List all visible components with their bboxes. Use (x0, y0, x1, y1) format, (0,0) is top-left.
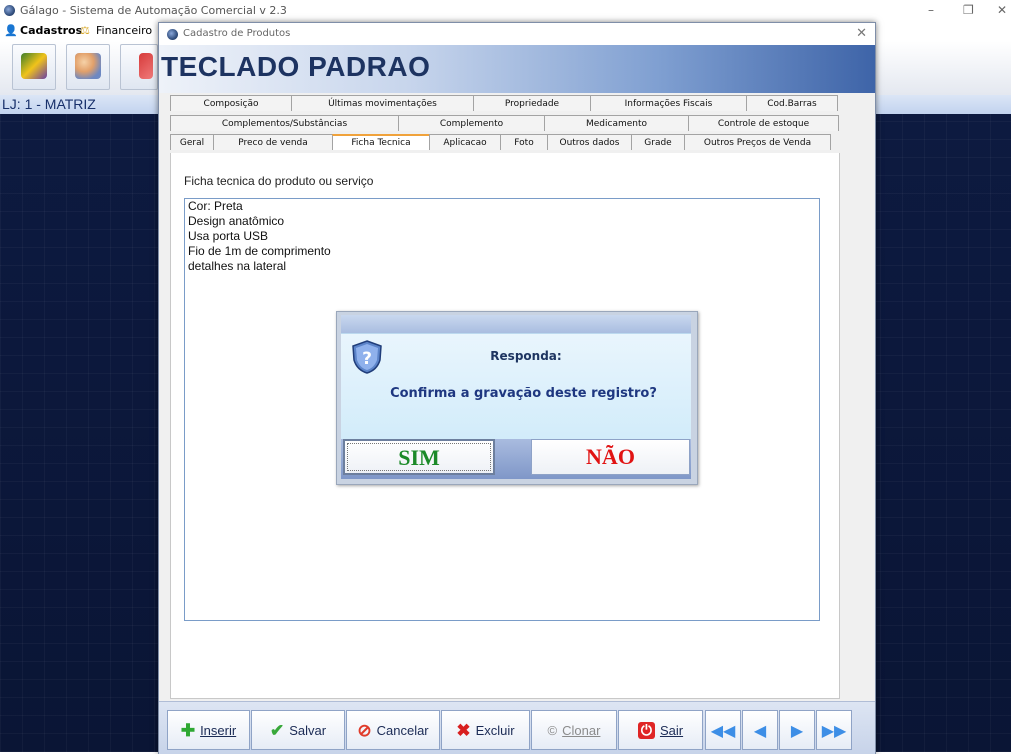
tab-outros-precos-de-venda[interactable]: Outros Preços de Venda (684, 134, 831, 150)
product-window-title: Cadastro de Produtos (183, 28, 291, 39)
left-arrow-icon: ◀ (753, 720, 767, 740)
products-icon (21, 53, 47, 79)
app-titlebar: Gálago - Sistema de Automação Comercial … (0, 0, 1011, 22)
first-record-button[interactable]: ◀◀ (705, 710, 741, 750)
tab-aplicacao[interactable]: Aplicacao (429, 134, 501, 150)
tab-composicao[interactable]: Composição (170, 95, 292, 111)
yes-button[interactable]: SIM (343, 439, 495, 475)
menu-financeiro[interactable]: Financeiro (96, 24, 152, 37)
window-logo-icon (167, 29, 178, 40)
ficha-line: Design anatômico (188, 214, 285, 228)
ficha-line: Cor: Preta (188, 199, 243, 213)
ficha-line: Usa porta USB (188, 229, 269, 243)
double-left-arrow-icon: ◀◀ (710, 720, 736, 740)
salvar-button[interactable]: ✔ Salvar (251, 710, 345, 750)
dialog-header-strip (341, 315, 691, 333)
product-banner: TECLADO PADRAO (159, 45, 875, 93)
maximize-button[interactable]: ❐ (963, 3, 974, 17)
dialog-heading: Responda: (490, 349, 562, 363)
toolbar-clients-button[interactable] (66, 44, 110, 90)
ficha-caption: Ficha tecnica do produto ou serviço (184, 174, 374, 188)
tab-geral[interactable]: Geral (170, 134, 214, 150)
minimize-button[interactable]: – (928, 3, 934, 17)
app-title: Gálago - Sistema de Automação Comercial … (20, 4, 287, 17)
app-logo-icon (4, 5, 15, 16)
sales-icon (139, 53, 153, 79)
ficha-line: detalhes na lateral (188, 259, 287, 273)
clone-icon: © (547, 722, 558, 738)
tab-grade[interactable]: Grade (631, 134, 685, 150)
close-window-button[interactable]: ✕ (856, 26, 867, 41)
tab-controle-de-estoque[interactable]: Controle de estoque (688, 115, 839, 131)
x-icon: ✖ (456, 720, 471, 740)
inserir-button[interactable]: ✚ Inserir (167, 710, 250, 750)
tab-row-1: Composição Últimas movimentações Proprie… (170, 95, 838, 112)
tab-ficha-tecnica[interactable]: Ficha Tecnica (332, 134, 430, 150)
tab-complemento[interactable]: Complemento (398, 115, 545, 131)
financeiro-icon: ⚖ (80, 24, 90, 37)
cadastros-icon: 👤 (4, 24, 18, 37)
clients-icon (75, 53, 101, 79)
tab-complementos-substancias[interactable]: Complementos/Substâncias (170, 115, 399, 131)
product-window-titlebar: Cadastro de Produtos ✕ (159, 23, 875, 45)
tab-outros-dados[interactable]: Outros dados (547, 134, 632, 150)
tab-informacoes-fiscais[interactable]: Informações Fiscais (590, 95, 747, 111)
last-record-button[interactable]: ▶▶ (816, 710, 852, 750)
double-right-arrow-icon: ▶▶ (821, 720, 847, 740)
tab-ultimas-movimentacoes[interactable]: Últimas movimentações (291, 95, 474, 111)
check-icon: ✔ (269, 720, 285, 740)
store-label: LJ: 1 - MATRIZ (2, 96, 96, 112)
menu-cadastros[interactable]: Cadastros (20, 24, 82, 37)
tab-preco-de-venda[interactable]: Preco de venda (213, 134, 333, 150)
product-name: TECLADO PADRAO (161, 51, 431, 82)
dialog-body: ? Responda: Confirma a gravação deste re… (341, 333, 691, 439)
cancel-icon: ⊘ (357, 720, 372, 740)
ficha-line: Fio de 1m de comprimento (188, 244, 331, 258)
toolbar-products-button[interactable] (12, 44, 56, 90)
tab-row-3: Geral Preco de venda Ficha Tecnica Aplic… (170, 134, 838, 151)
next-record-button[interactable]: ▶ (779, 710, 815, 750)
tab-cod-barras[interactable]: Cod.Barras (746, 95, 838, 111)
sair-button[interactable]: ⏻ Sair (618, 710, 703, 750)
previous-record-button[interactable]: ◀ (742, 710, 778, 750)
tab-foto[interactable]: Foto (500, 134, 548, 150)
toolbar-sales-button[interactable] (120, 44, 158, 90)
cancelar-button[interactable]: ⊘ Cancelar (346, 710, 440, 750)
dialog-message: Confirma a gravação deste registro? (390, 386, 657, 401)
action-bar: ✚ Inserir ✔ Salvar ⊘ Cancelar ✖ Excluir … (159, 701, 875, 754)
right-arrow-icon: ▶ (790, 720, 804, 740)
tab-propriedade[interactable]: Propriedade (473, 95, 591, 111)
power-icon: ⏻ (637, 721, 655, 739)
close-app-button[interactable]: ✕ (997, 3, 1007, 17)
tab-row-2: Complementos/Substâncias Complemento Med… (170, 115, 839, 132)
tab-medicamento[interactable]: Medicamento (544, 115, 689, 131)
clonar-button[interactable]: © Clonar (531, 710, 617, 750)
plus-icon: ✚ (180, 720, 196, 740)
excluir-button[interactable]: ✖ Excluir (441, 710, 530, 750)
no-button[interactable]: NÃO (531, 439, 690, 475)
dialog-buttons: SIM NÃO (341, 439, 691, 479)
confirm-dialog: ? Responda: Confirma a gravação deste re… (336, 311, 698, 485)
